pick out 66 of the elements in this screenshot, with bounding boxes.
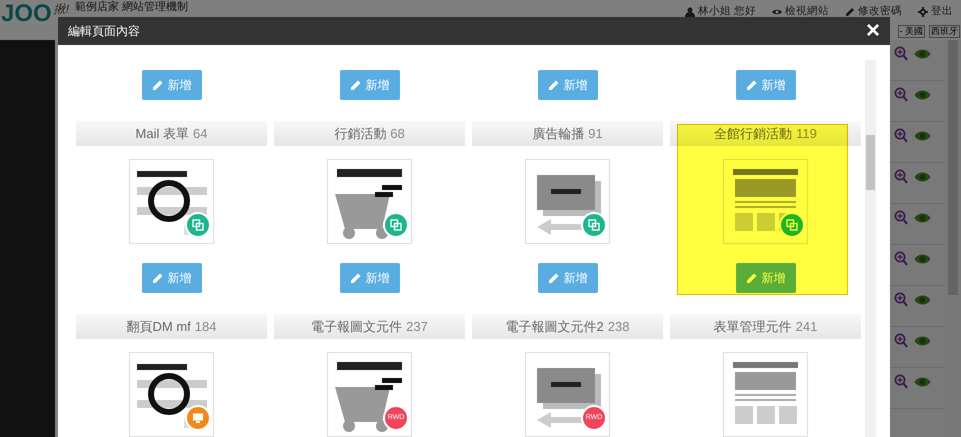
scrollbar[interactable] xyxy=(865,60,876,437)
pencil-icon xyxy=(152,272,162,284)
copy-icon xyxy=(390,219,402,231)
add-button[interactable]: 新增 xyxy=(142,70,202,100)
zoom-in-icon[interactable] xyxy=(894,87,908,102)
site-title: 範例店家 網站管理機制 xyxy=(75,1,188,14)
item-title: 翻頁DM mf xyxy=(126,318,191,336)
eye-icon[interactable] xyxy=(914,48,931,60)
close-button[interactable]: × xyxy=(866,19,880,43)
item-number: 64 xyxy=(192,124,208,143)
item-title: 電子報圖文元件2 xyxy=(506,318,604,336)
add-button[interactable]: 新增 xyxy=(538,263,598,293)
item-number: 91 xyxy=(588,124,603,143)
header-link[interactable]: 林小姐 您好 xyxy=(685,4,756,20)
item-number: 68 xyxy=(390,124,405,143)
add-button[interactable]: 新增 xyxy=(142,263,202,293)
logo[interactable]: JOO xyxy=(1,0,52,28)
item-title: 行銷活動 xyxy=(334,124,386,143)
item-title: 全館行銷活動 xyxy=(714,124,792,143)
eye-icon[interactable] xyxy=(914,294,931,306)
eye-icon[interactable] xyxy=(914,89,931,101)
language-link[interactable]: 西班牙 xyxy=(929,24,960,38)
eye-icon[interactable] xyxy=(914,212,931,224)
pencil-icon xyxy=(746,80,756,90)
eye-icon[interactable] xyxy=(914,171,931,183)
item-title: 電子報圖文元件 xyxy=(311,318,402,336)
eye-icon[interactable] xyxy=(914,335,931,347)
header-link[interactable]: 登出 xyxy=(918,4,953,20)
pencil-icon xyxy=(548,272,558,284)
language-link[interactable]: - 美國 xyxy=(898,24,925,38)
zoom-in-icon[interactable] xyxy=(894,292,908,307)
zoom-in-icon[interactable] xyxy=(894,210,908,225)
eye-icon[interactable] xyxy=(914,253,931,265)
add-button[interactable]: 新增 xyxy=(340,263,400,293)
header-link[interactable]: 檢視網站 xyxy=(772,4,829,20)
zoom-in-icon[interactable] xyxy=(894,169,908,184)
add-button[interactable]: 新增 xyxy=(736,70,796,100)
pencil-icon xyxy=(350,80,360,90)
add-button[interactable]: 新增 xyxy=(340,70,400,100)
monitor-icon xyxy=(192,412,204,424)
settings-icon xyxy=(918,6,928,17)
item-number: 241 xyxy=(796,318,818,336)
item-number: 237 xyxy=(406,318,428,336)
item-title: 表單管理元件 xyxy=(714,318,792,336)
modal-title: 編輯頁面內容 xyxy=(68,23,140,40)
item-number: 238 xyxy=(608,318,630,336)
copy-icon xyxy=(588,219,600,231)
item-number: 119 xyxy=(796,124,817,143)
zoom-in-icon[interactable] xyxy=(894,46,908,61)
pencil-icon xyxy=(350,272,360,284)
item-title: 廣告輪播 xyxy=(532,124,584,143)
item-number: 184 xyxy=(194,318,216,336)
add-button[interactable]: 新增 xyxy=(538,70,598,100)
pencil-icon xyxy=(548,80,558,90)
copy-icon xyxy=(192,219,204,231)
logo-tagline: 揪! xyxy=(54,1,70,18)
zoom-in-icon[interactable] xyxy=(894,374,908,389)
pencil-icon xyxy=(152,80,162,90)
item-title: Mail 表單 xyxy=(136,124,189,143)
scrollbar[interactable] xyxy=(945,40,961,437)
header-link[interactable]: 修改密碼 xyxy=(845,4,902,20)
zoom-in-icon[interactable] xyxy=(894,251,908,266)
zoom-in-icon[interactable] xyxy=(894,333,908,348)
eye-icon[interactable] xyxy=(914,376,931,388)
zoom-in-icon[interactable] xyxy=(894,128,908,143)
eye-icon[interactable] xyxy=(914,130,931,142)
